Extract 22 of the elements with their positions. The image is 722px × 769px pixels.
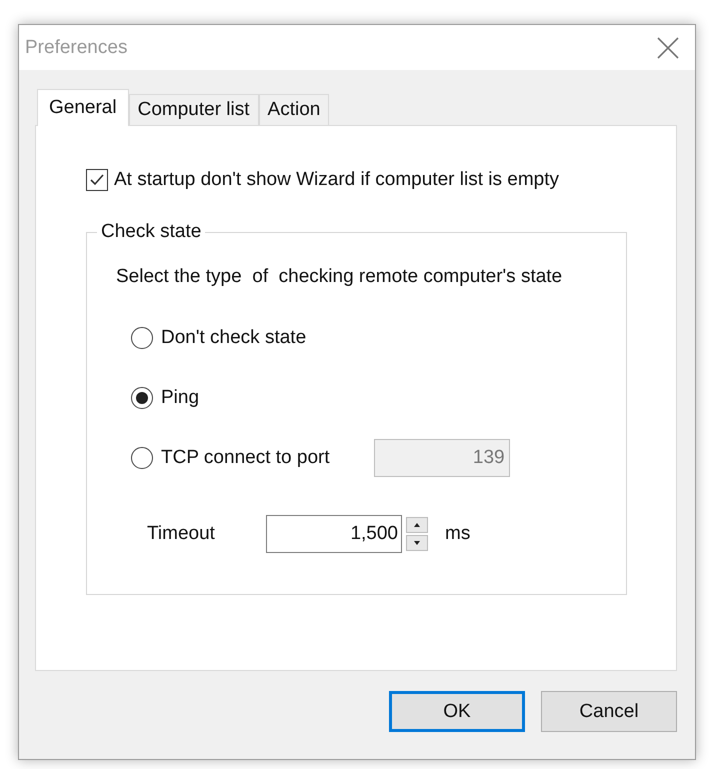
close-button[interactable] (657, 36, 679, 58)
tab[interactable]: General (37, 89, 129, 126)
tab[interactable]: Action (258, 94, 330, 125)
radio-button[interactable] (131, 327, 153, 349)
radio-label: TCP connect to port (161, 447, 330, 469)
timeout-label: Timeout (147, 523, 216, 545)
radio-label: Don't check state (161, 327, 306, 349)
ok-button[interactable]: OK (389, 691, 525, 732)
checkbox[interactable] (86, 169, 108, 191)
window-title: Preferences (25, 36, 128, 58)
tab[interactable]: Computer list (128, 94, 259, 125)
checkmark-icon (89, 172, 105, 188)
cancel-button[interactable]: Cancel (541, 691, 677, 732)
description-text: Select the type of checking remote computer's state (116, 265, 564, 289)
spinner[interactable] (406, 517, 428, 551)
radio-button[interactable] (131, 447, 153, 469)
radio-button[interactable] (131, 387, 153, 409)
unit-label: ms (445, 523, 470, 545)
radio-label: Ping (161, 387, 200, 409)
timeout-field[interactable]: 1,500 (266, 515, 402, 553)
checkbox-label: At startup don't show Wizard if computer list is empty (114, 169, 560, 191)
close-icon (657, 36, 679, 58)
